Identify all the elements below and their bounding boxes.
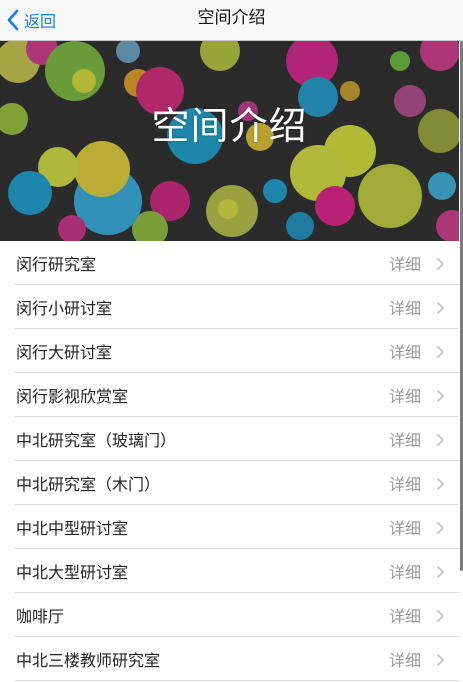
chevron-right-icon [436,476,445,495]
list-item[interactable]: 闵行研究室 详细 [0,241,459,285]
list-item-label: 中北三楼教师研究室 [16,651,161,670]
chevron-right-icon [436,432,445,451]
detail-label: 详细 [388,255,421,274]
banner-image: 空间介绍 [0,41,459,241]
chevron-right-icon [436,652,445,671]
list-item[interactable]: 中北三楼教师研究室 详细 [0,637,459,681]
detail-label: 详细 [388,563,421,582]
detail-label: 详细 [388,475,421,494]
list-item-label: 闵行研究室 [16,255,97,274]
list-item[interactable]: 闵行影视欣赏室 详细 [0,373,459,417]
detail-label: 详细 [388,343,421,362]
chevron-right-icon [436,256,445,275]
detail-label: 详细 [388,519,421,538]
list-item-label: 咖啡厅 [16,607,65,626]
list-item[interactable]: 中北中型研讨室 详细 [0,505,459,549]
list-item-label: 闵行影视欣赏室 [16,387,129,406]
list-item-label: 闵行大研讨室 [16,343,113,362]
detail-label: 详细 [388,651,421,670]
page-title: 空间介绍 [197,8,266,28]
list-item[interactable]: 中北研究室（木门） 详细 [0,461,459,505]
list-item-label: 中北大型研讨室 [16,563,129,582]
navigation-bar: 返回 空间介绍 [0,0,463,41]
chevron-right-icon [436,564,445,583]
chevron-right-icon [436,388,445,407]
detail-label: 详细 [388,387,421,406]
room-list: 闵行研究室 详细 闵行小研讨室 详细 闵行大研讨室 详细 闵行影视欣赏室 详细 … [0,241,459,681]
list-item[interactable]: 中北研究室（玻璃门） 详细 [0,417,459,461]
list-item[interactable]: 咖啡厅 详细 [0,593,459,637]
detail-label: 详细 [388,431,421,450]
detail-label: 详细 [388,607,421,626]
chevron-right-icon [436,300,445,319]
chevron-right-icon [436,608,445,627]
list-item[interactable]: 闵行小研讨室 详细 [0,285,459,329]
chevron-right-icon [436,344,445,363]
list-item[interactable]: 中北大型研讨室 详细 [0,549,459,593]
banner-title: 空间介绍 [151,104,308,148]
detail-label: 详细 [388,299,421,318]
list-item-label: 中北中型研讨室 [16,519,129,538]
list-item-label: 中北研究室（玻璃门） [16,431,177,450]
list-item-label: 闵行小研讨室 [16,299,113,318]
list-item[interactable]: 闵行大研讨室 详细 [0,329,459,373]
list-item-label: 中北研究室（木门） [16,475,161,494]
chevron-right-icon [436,520,445,539]
